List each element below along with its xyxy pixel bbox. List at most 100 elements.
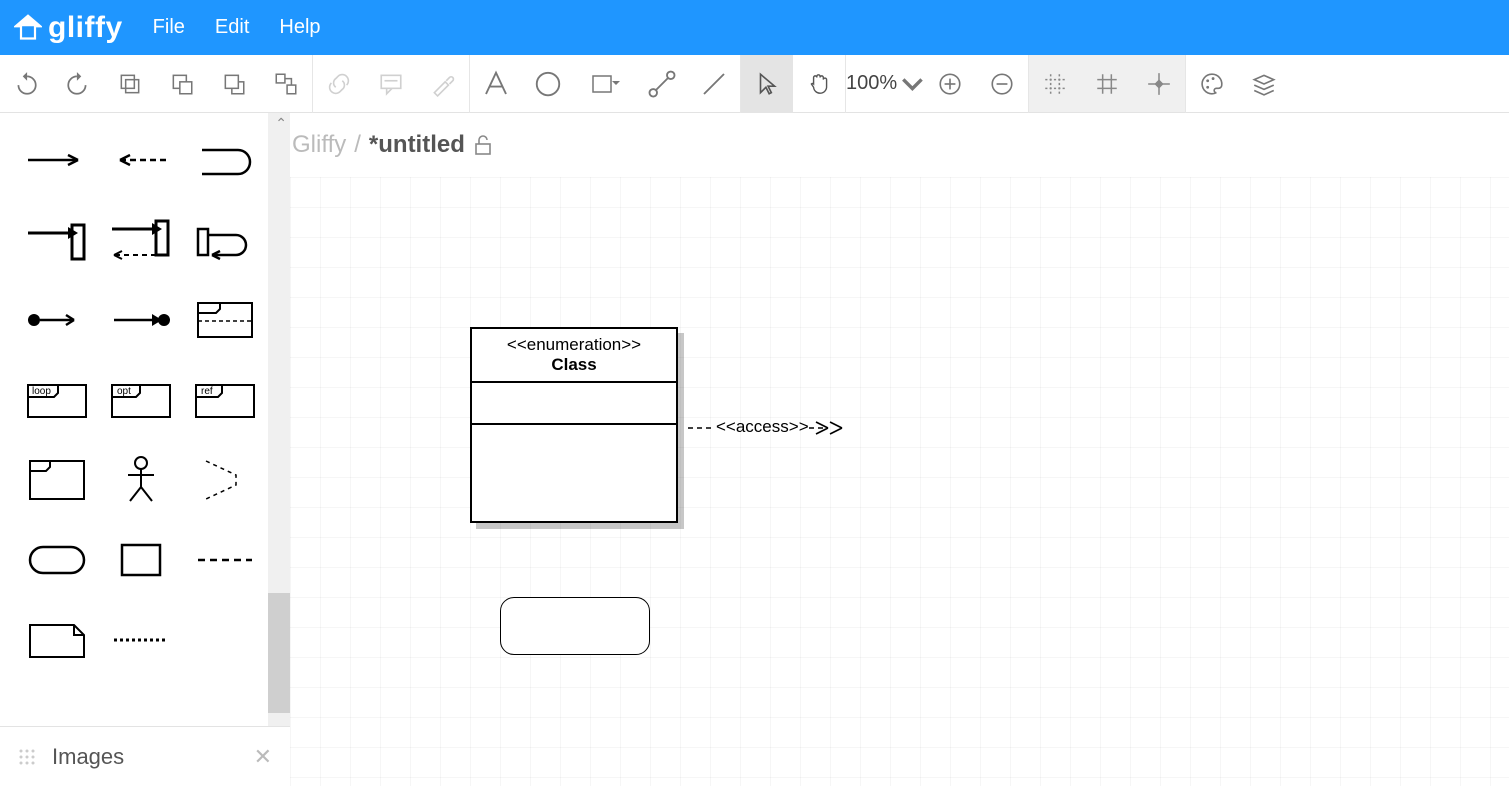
send-back-icon <box>221 71 247 97</box>
send-back-button[interactable] <box>208 55 260 113</box>
pointer-tool-button[interactable] <box>741 55 793 113</box>
zoom-level-dropdown[interactable]: 100% <box>846 55 924 113</box>
document-filename[interactable]: *untitled <box>369 131 465 159</box>
canvas-area[interactable]: Gliffy / *untitled <<enumeration>> Class <box>290 113 1509 786</box>
style-picker-button <box>417 55 469 113</box>
chevron-down-icon <box>901 71 924 97</box>
stencil-lost-message[interactable] <box>104 283 178 357</box>
ref-label: ref <box>201 386 213 397</box>
rectangle-icon <box>590 69 620 99</box>
stencil-self-message[interactable] <box>188 123 262 197</box>
uml-stereotype: <<enumeration>> <box>476 335 672 355</box>
snap-grid-button[interactable] <box>1029 55 1081 113</box>
connector-tool-button[interactable] <box>636 55 688 113</box>
grid-icon <box>1094 71 1120 97</box>
stencil-dashed-line[interactable] <box>188 523 262 597</box>
stencil-frame[interactable] <box>20 443 94 517</box>
uml-class-name: Class <box>551 355 596 374</box>
toolbar: 100% <box>0 55 1509 113</box>
uml-operations-section[interactable] <box>472 423 676 509</box>
line-tool-button[interactable] <box>688 55 740 113</box>
breadcrumb-root: Gliffy <box>292 131 346 159</box>
rounded-rect-shape[interactable] <box>500 597 650 655</box>
zoom-in-icon <box>937 71 963 97</box>
menu-help[interactable]: Help <box>279 16 320 39</box>
zoom-value: 100% <box>846 72 897 95</box>
stencil-dotted-line[interactable] <box>104 603 178 677</box>
stencil-message-arrow[interactable] <box>20 123 94 197</box>
link-button <box>313 55 365 113</box>
breadcrumb-sep: / <box>354 131 361 159</box>
redo-button[interactable] <box>52 55 104 113</box>
stencil-frame-dashed[interactable] <box>188 283 262 357</box>
stencil-activation-send[interactable] <box>20 203 94 277</box>
stencil-ref-frame[interactable]: ref <box>188 363 262 437</box>
group-button[interactable] <box>260 55 312 113</box>
app-name: gliffy <box>48 11 123 45</box>
group-icon <box>273 71 299 97</box>
body: ⌃ loop opt ref <box>0 113 1509 786</box>
stencil-activation-return[interactable] <box>104 203 178 277</box>
scrollbar-thumb[interactable] <box>268 593 290 713</box>
gliffy-icon <box>14 14 42 42</box>
app-logo[interactable]: gliffy <box>14 11 123 45</box>
eyedropper-icon <box>430 71 456 97</box>
menubar: gliffy File Edit Help <box>0 0 1509 55</box>
hand-icon <box>806 71 832 97</box>
sidebar: ⌃ loop opt ref <box>0 113 290 786</box>
unlock-icon[interactable] <box>473 134 493 156</box>
undo-icon <box>13 71 39 97</box>
redo-icon <box>65 71 91 97</box>
stencil-self-activation[interactable] <box>188 203 262 277</box>
stencil-rect[interactable] <box>104 523 178 597</box>
line-icon <box>699 69 729 99</box>
document-breadcrumb: Gliffy / *untitled <box>290 131 493 159</box>
images-panel-label: Images <box>52 744 124 770</box>
copy-icon <box>117 71 143 97</box>
stencil-actor[interactable] <box>104 443 178 517</box>
loop-label: loop <box>32 386 51 397</box>
stencil-return-arrow[interactable] <box>104 123 178 197</box>
zoom-in-button[interactable] <box>924 55 976 113</box>
zoom-out-button[interactable] <box>976 55 1028 113</box>
opt-label: opt <box>117 386 131 397</box>
uml-attributes-section[interactable] <box>472 381 676 423</box>
palette-icon <box>1199 71 1225 97</box>
text-tool-button[interactable] <box>470 55 522 113</box>
crosshair-icon <box>1146 71 1172 97</box>
comment-icon <box>378 71 404 97</box>
stencil-note[interactable] <box>20 603 94 677</box>
bring-front-button[interactable] <box>156 55 208 113</box>
stencil-opt-frame[interactable]: opt <box>104 363 178 437</box>
circle-tool-button[interactable] <box>522 55 574 113</box>
guides-button[interactable] <box>1133 55 1185 113</box>
uml-enumeration-shape[interactable]: <<enumeration>> Class <box>470 327 678 523</box>
pointer-icon <box>754 71 780 97</box>
rectangle-tool-button[interactable] <box>574 55 636 113</box>
shape-library: ⌃ loop opt ref <box>0 113 290 726</box>
canvas-grid[interactable]: <<enumeration>> Class <<access>> <box>290 177 1509 786</box>
stencil-loop-frame[interactable]: loop <box>20 363 94 437</box>
stencil-decision-half[interactable] <box>188 443 262 517</box>
stencil-found-message[interactable] <box>20 283 94 357</box>
scrollbar-track[interactable]: ⌃ <box>268 113 290 726</box>
undo-button[interactable] <box>0 55 52 113</box>
bring-front-icon <box>169 71 195 97</box>
menu-file[interactable]: File <box>153 16 185 39</box>
drag-handle-icon <box>18 748 36 766</box>
connector-icon <box>647 69 677 99</box>
text-icon <box>481 69 511 99</box>
show-grid-button[interactable] <box>1081 55 1133 113</box>
pan-tool-button[interactable] <box>793 55 845 113</box>
link-icon <box>326 71 352 97</box>
copy-button[interactable] <box>104 55 156 113</box>
close-icon[interactable]: ✕ <box>254 744 272 770</box>
zoom-out-icon <box>989 71 1015 97</box>
theme-button[interactable] <box>1186 55 1238 113</box>
menu-edit[interactable]: Edit <box>215 16 249 39</box>
scroll-up-icon[interactable]: ⌃ <box>275 115 287 132</box>
layers-button[interactable] <box>1238 55 1290 113</box>
connector-label[interactable]: <<access>> <box>716 417 809 437</box>
images-panel-header[interactable]: Images ✕ <box>0 726 290 786</box>
stencil-rounded-rect[interactable] <box>20 523 94 597</box>
